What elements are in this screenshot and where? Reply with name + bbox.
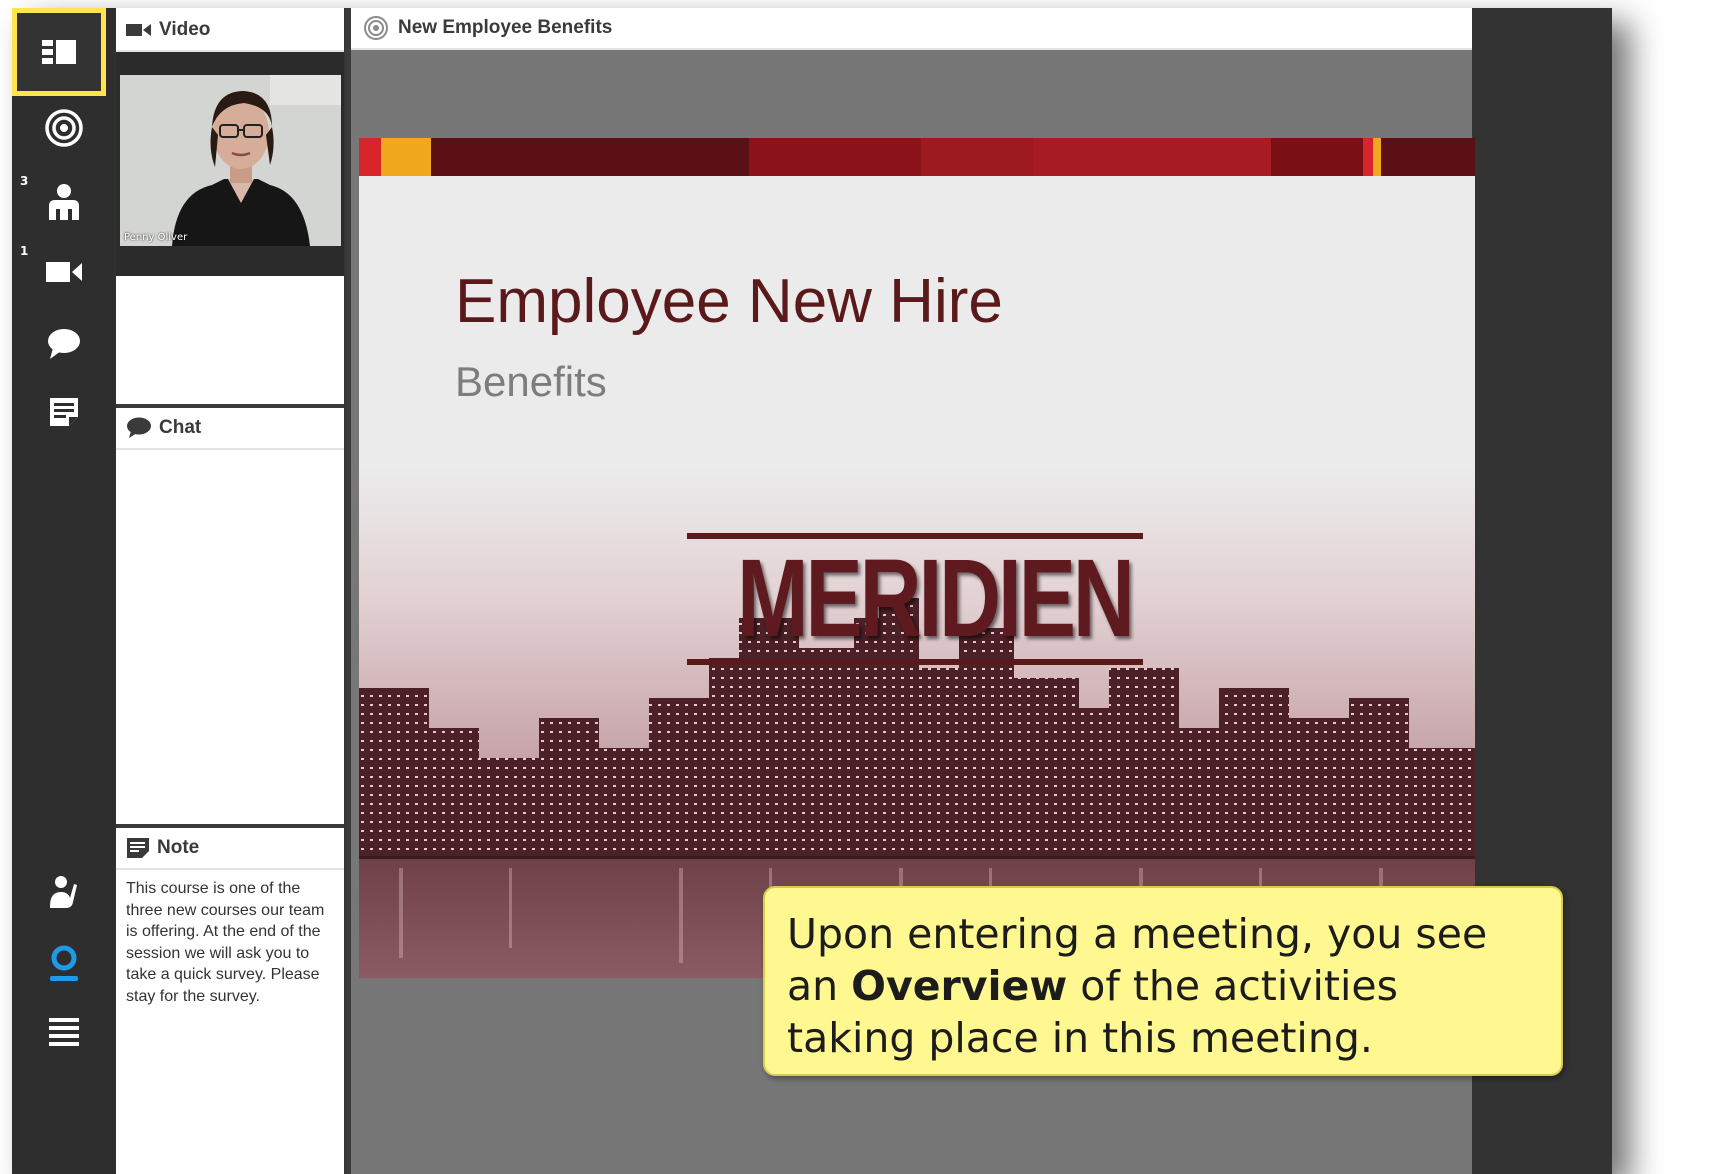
participant-name: Penny Oliver xyxy=(124,232,188,243)
share-pod-header[interactable]: New Employee Benefits xyxy=(351,8,1472,50)
attendees-button[interactable]: 3 xyxy=(12,166,115,238)
meridien-logo: MERIDIEN xyxy=(687,533,1143,665)
chat-pod-title: Chat xyxy=(159,417,202,438)
chat-button[interactable] xyxy=(12,308,115,380)
share-pod-target-icon xyxy=(363,15,389,41)
user-status-button[interactable] xyxy=(12,928,115,1000)
chat-bubble-icon xyxy=(45,326,83,362)
participant-video[interactable]: Penny Oliver xyxy=(120,75,341,246)
chat-pod-bubble-icon xyxy=(126,417,152,439)
video-pod-header[interactable]: Video xyxy=(116,10,344,52)
presentation-slide: Employee New Hire Benefits MERIDIEN xyxy=(359,138,1475,978)
raise-hand-icon xyxy=(44,872,84,912)
note-pod-header[interactable]: Note xyxy=(116,828,344,870)
overview-button[interactable] xyxy=(12,8,106,96)
attendee-count: 3 xyxy=(20,174,29,188)
share-pod-title: New Employee Benefits xyxy=(398,17,613,38)
left-toolbar: 3 1 xyxy=(12,8,115,1174)
camera-icon xyxy=(44,258,84,286)
note-icon xyxy=(47,395,81,429)
menu-icon xyxy=(47,1016,81,1052)
raise-hand-button[interactable] xyxy=(12,856,115,928)
layout-icon xyxy=(40,37,78,67)
side-pods-column: Video Penny Oliver Chat Note This course… xyxy=(116,8,344,1174)
note-pod-icon xyxy=(126,837,150,859)
video-count: 1 xyxy=(20,244,29,258)
slide-color-band xyxy=(359,138,1475,176)
slide-title: Employee New Hire xyxy=(455,267,1003,336)
target-icon xyxy=(44,108,84,148)
tutorial-callout: Upon entering a meeting, you see an Over… xyxy=(763,886,1563,1076)
chat-pod-header[interactable]: Chat xyxy=(116,408,344,450)
note-content[interactable]: This course is one of the three new cour… xyxy=(126,878,338,1007)
video-pod-title: Video xyxy=(159,19,211,40)
video-pod-area: Penny Oliver xyxy=(116,52,344,276)
screenshot-stage: 3 1 Video Penny Oliver Chat Note This co… xyxy=(0,0,1723,1174)
menu-button[interactable] xyxy=(12,998,115,1070)
user-status-icon xyxy=(46,944,82,984)
participant-portrait xyxy=(120,75,341,246)
attendee-icon xyxy=(46,182,82,222)
note-pod-title: Note xyxy=(157,837,200,858)
notes-button[interactable] xyxy=(12,376,115,448)
video-button[interactable]: 1 xyxy=(12,236,115,308)
chat-message-area[interactable] xyxy=(116,452,344,824)
slide-subtitle: Benefits xyxy=(455,358,607,405)
video-pod-camera-icon xyxy=(126,22,152,38)
logo-wordmark: MERIDIEN xyxy=(737,537,1135,660)
logo-rule-bottom xyxy=(687,659,1143,665)
share-pod-button[interactable] xyxy=(12,92,115,164)
callout-text-bold: Overview xyxy=(851,962,1068,1010)
